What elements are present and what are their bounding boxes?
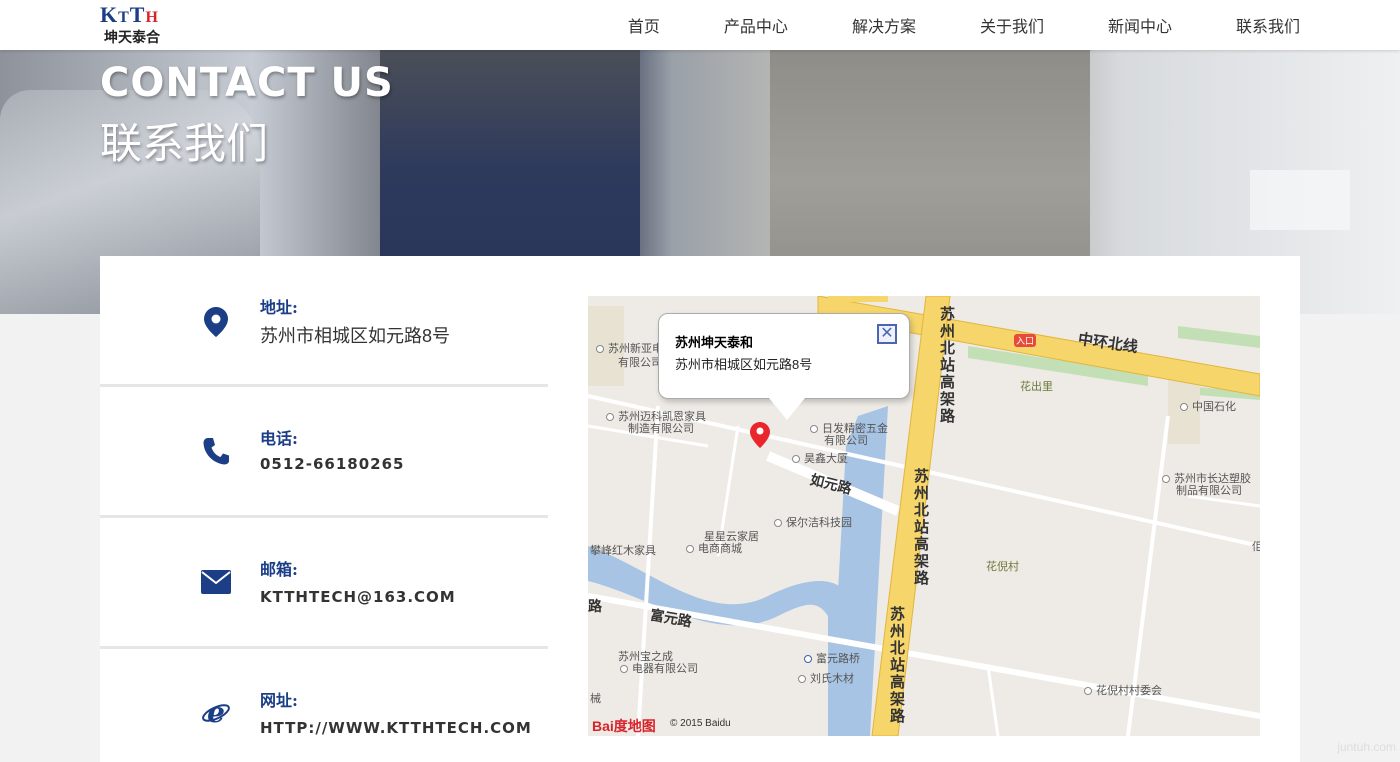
logo-subtitle: 坤天泰合 [104,29,160,45]
map-label-poi: 制品有限公司 [1176,485,1242,497]
nav-item-contact[interactable]: 联系我们 [1236,13,1300,37]
contact-label: 邮箱: [260,560,298,579]
contact-value[interactable]: HTTP://WWW.KTTHTECH.COM [260,719,532,737]
map-label-road: 苏州北站高架路 [888,606,905,725]
map-label-road: 路 [588,598,602,614]
map-info-popup: 苏州坤天泰和 苏州市相城区如元路8号 ✕ [658,313,910,420]
popup-title: 苏州坤天泰和 [675,335,754,350]
banner-title-en: CONTACT US [100,60,394,106]
nav-item-news[interactable]: 新闻中心 [1108,13,1172,37]
contact-panel: 地址: 苏州市相城区如元路8号 电话: 0512-66180265 邮箱: KT… [100,256,1300,762]
map-label-poi: 佢 [1252,541,1260,553]
map-label-poi: 昊鑫大厦 [792,450,848,466]
popup-tail [769,398,805,420]
ie-browser-icon: e [200,697,232,729]
phone-icon [200,435,232,467]
contact-list: 地址: 苏州市相城区如元路8号 电话: 0512-66180265 邮箱: KT… [100,256,548,762]
map-label-road: 苏州北站高架路 [912,468,929,587]
map-label-poi: 保尔洁科技园 [774,514,852,530]
map-marker-icon[interactable] [750,422,770,448]
contact-label: 网址: [260,691,298,710]
contact-label: 地址: [260,298,298,317]
contact-item-email: 邮箱: KTTHTECH@163.COM [100,518,548,649]
site-header: KTTH 坤天泰合 首页 产品中心 解决方案 关于我们 新闻中心 联系我们 [0,0,1400,50]
map-label-poi: 制造有限公司 [628,423,694,435]
map-label-poi: 械 [590,693,601,705]
contact-value[interactable]: 0512-66180265 [260,455,404,473]
map-label-poi: 电商商城 [686,540,742,556]
main-nav: 首页 产品中心 解决方案 关于我们 新闻中心 联系我们 [564,0,1300,50]
contact-value[interactable]: KTTHTECH@163.COM [260,588,456,606]
logo-mark: KTTH [100,2,159,27]
map-label-place: 花倪村 [986,561,1019,573]
map-label-poi: 有限公司 [618,357,662,369]
contact-value: 苏州市相城区如元路8号 [260,326,451,346]
map-label-poi: 花倪村村委会 [1084,682,1162,698]
map-label-poi: 富元路桥 [804,650,860,666]
popup-address: 苏州市相城区如元路8号 [675,357,813,372]
banner-title-cn: 联系我们 [100,120,269,167]
map-label-place: 花出里 [1020,381,1053,393]
nav-item-solutions[interactable]: 解决方案 [852,13,916,37]
map-label-poi: 刘氏木材 [798,670,854,686]
baidu-map[interactable]: 中环北线 花出里 中国石化 入口 苏州新亚电 有限公司 苏州迈科凯恩家具 制造有… [588,296,1260,736]
map-label-entrance: 入口 [1014,334,1037,347]
nav-item-products[interactable]: 产品中心 [724,13,788,37]
banner-window-image [1250,170,1350,230]
map-label-road: 苏州北站高架路 [938,306,955,425]
watermark: juntuh.com [1337,740,1396,754]
location-pin-icon [200,306,232,338]
map-label-poi: 电器有限公司 [620,660,698,676]
map-label-poi: 有限公司 [824,435,868,447]
contact-item-address: 地址: 苏州市相城区如元路8号 [100,256,548,387]
nav-item-home[interactable]: 首页 [628,13,660,37]
svg-text:e: e [207,698,225,728]
site-logo[interactable]: KTTH 坤天泰合 [100,4,180,46]
map-copyright: © 2015 Baidu [670,718,731,729]
map-label-poi: 攀峰红木家具 [590,545,656,557]
envelope-icon [200,566,232,598]
baidu-logo: Bai度地图 [592,718,656,734]
contact-item-phone: 电话: 0512-66180265 [100,387,548,518]
contact-item-website: e 网址: HTTP://WWW.KTTHTECH.COM [100,649,548,762]
close-icon[interactable]: ✕ [877,324,897,344]
nav-item-about[interactable]: 关于我们 [980,13,1044,37]
contact-label: 电话: [260,429,298,448]
map-label-poi: 中国石化 [1180,398,1236,414]
